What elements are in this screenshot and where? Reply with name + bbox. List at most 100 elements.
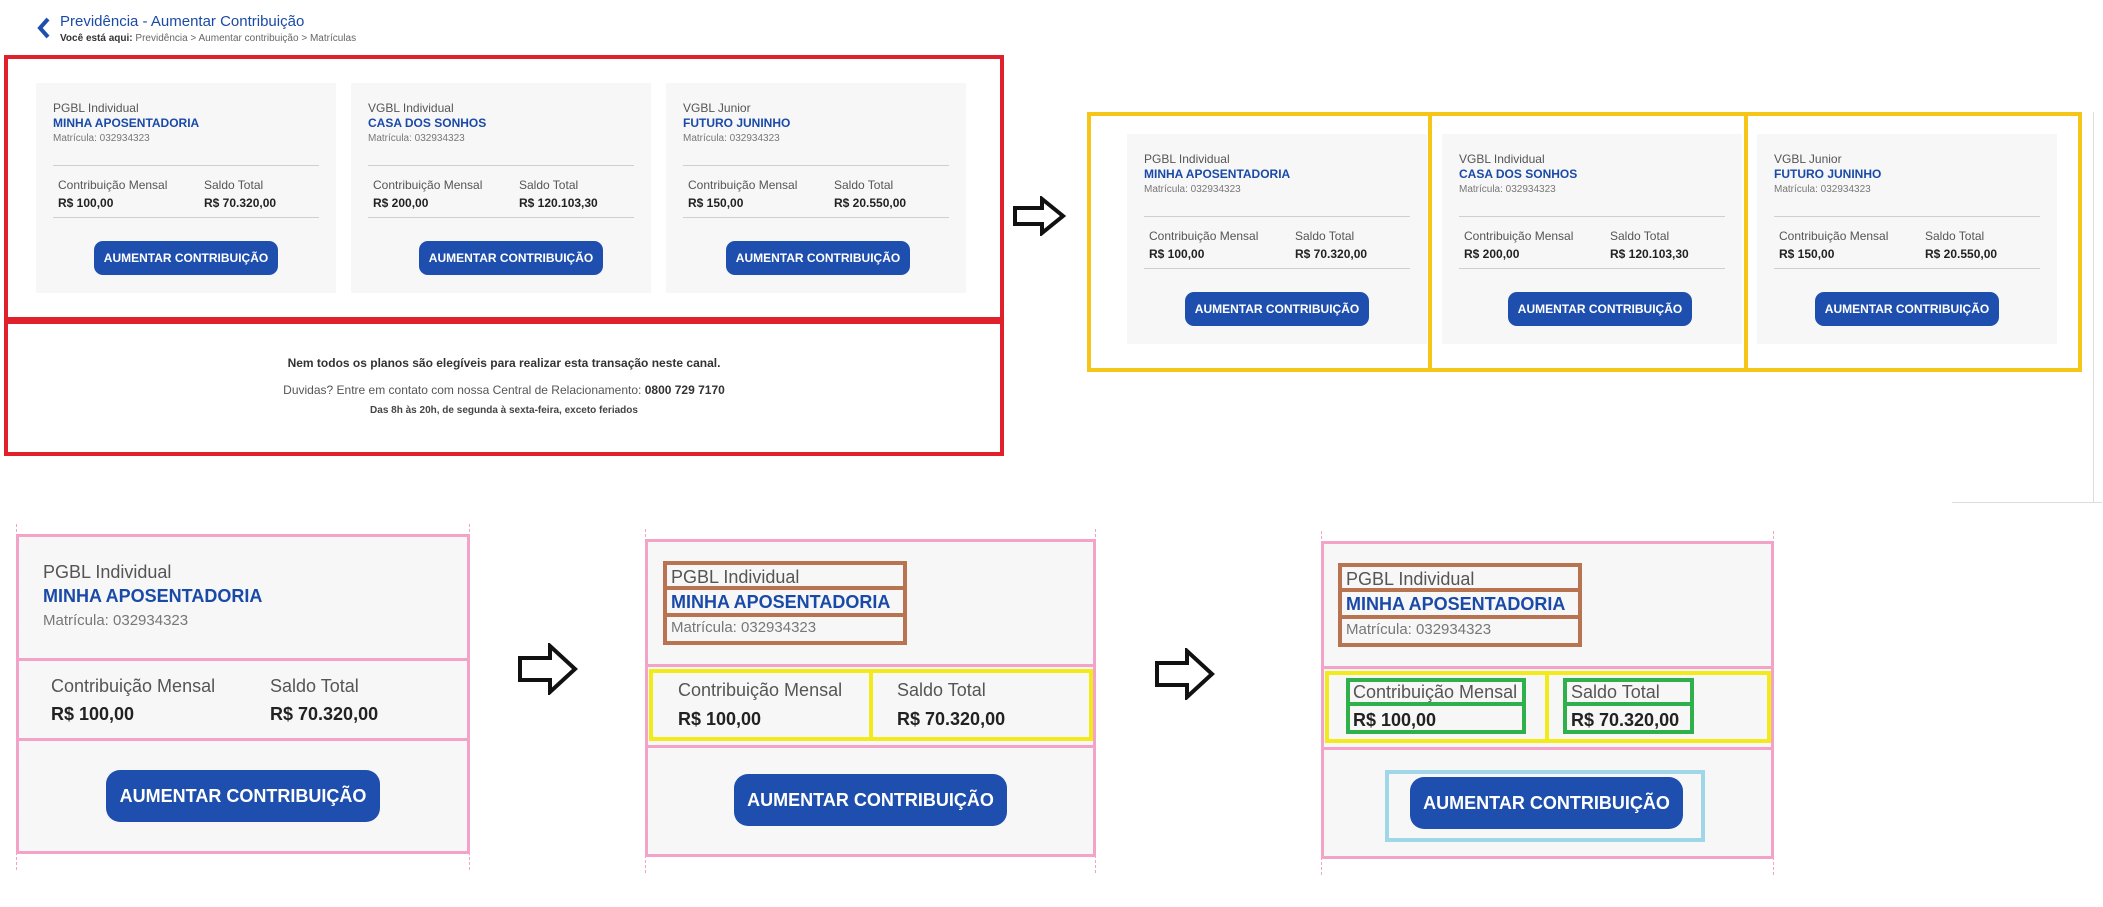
plan-card: VGBL Junior FUTURO JUNINHO Matrícula: 03… bbox=[666, 83, 966, 293]
plan-card: PGBL Individual MINHA APOSENTADORIA Matr… bbox=[36, 83, 336, 293]
increase-contribution-button[interactable]: AUMENTAR CONTRIBUIÇÃO bbox=[106, 770, 380, 822]
increase-contribution-button[interactable]: AUMENTAR CONTRIBUIÇÃO bbox=[419, 241, 603, 275]
plan-name: MINHA APOSENTADORIA bbox=[1144, 167, 1291, 181]
saldo-value: R$ 70.320,00 bbox=[1571, 710, 1680, 730]
plan-matricula: Matrícula: 032934323 bbox=[1144, 184, 1241, 195]
contrib-label: Contribuição Mensal bbox=[373, 178, 483, 192]
contrib-value: R$ 100,00 bbox=[1353, 710, 1437, 730]
plan-card: PGBL Individual MINHA APOSENTADORIA Matr… bbox=[1127, 134, 1427, 344]
plan-matricula: Matrícula: 032934323 bbox=[683, 133, 780, 144]
saldo-value: R$ 70.320,00 bbox=[204, 196, 277, 210]
guide-line bbox=[1095, 529, 1096, 873]
card-breakdown-b: PGBL Individual MINHA APOSENTADORIA Matr… bbox=[645, 539, 1096, 857]
increase-contribution-button[interactable]: AUMENTAR CONTRIBUIÇÃO bbox=[1185, 292, 1369, 326]
side-guide-line bbox=[1952, 502, 2102, 503]
back-button[interactable] bbox=[34, 16, 54, 40]
saldo-value: R$ 20.550,00 bbox=[834, 196, 907, 210]
plan-card: VGBL Individual CASA DOS SONHOS Matrícul… bbox=[1442, 134, 1742, 344]
divider bbox=[683, 165, 949, 166]
contrib-value: R$ 200,00 bbox=[1464, 247, 1520, 261]
page-title: Previdência - Aumentar Contribuição bbox=[60, 13, 305, 30]
contrib-label: Contribuição Mensal bbox=[1353, 682, 1518, 702]
saldo-label: Saldo Total bbox=[834, 178, 894, 192]
saldo-label: Saldo Total bbox=[1610, 229, 1670, 243]
increase-contribution-button[interactable]: AUMENTAR CONTRIBUIÇÃO bbox=[734, 774, 1007, 826]
eligibility-notice: Nem todos os planos são elegíveis para r… bbox=[287, 356, 721, 370]
plan-name: MINHA APOSENTADORIA bbox=[53, 116, 200, 130]
contrib-label: Contribuição Mensal bbox=[688, 178, 798, 192]
divider bbox=[1774, 216, 2040, 217]
side-guide-line bbox=[2093, 112, 2094, 502]
plan-card: VGBL Individual CASA DOS SONHOS Matrícul… bbox=[351, 83, 651, 293]
contrib-label: Contribuição Mensal bbox=[1149, 229, 1259, 243]
divider bbox=[1459, 216, 1725, 217]
divider bbox=[1144, 216, 1410, 217]
plan-type: VGBL Individual bbox=[1459, 152, 1545, 166]
saldo-value: R$ 70.320,00 bbox=[897, 709, 1006, 729]
divider bbox=[683, 217, 949, 218]
breadcrumb-path[interactable]: Previdência > Aumentar contribuição > Ma… bbox=[135, 33, 356, 44]
plan-type: PGBL Individual bbox=[671, 567, 800, 587]
contrib-label: Contribuição Mensal bbox=[51, 676, 216, 696]
plan-type: PGBL Individual bbox=[1144, 152, 1230, 166]
saldo-label: Saldo Total bbox=[204, 178, 264, 192]
saldo-label: Saldo Total bbox=[897, 680, 986, 700]
plan-type: PGBL Individual bbox=[1346, 569, 1475, 589]
contrib-label: Contribuição Mensal bbox=[678, 680, 843, 700]
contrib-label: Contribuição Mensal bbox=[1779, 229, 1889, 243]
chevron-left-icon bbox=[37, 17, 50, 39]
cards-strip: PGBL Individual MINHA APOSENTADORIA Matr… bbox=[1087, 112, 2082, 372]
divider bbox=[1774, 268, 2040, 269]
increase-contribution-button[interactable]: AUMENTAR CONTRIBUIÇÃO bbox=[1508, 292, 1692, 326]
breadcrumb-prefix: Você está aqui: bbox=[60, 33, 133, 44]
screen-mock: Previdência - Aumentar Contribuição Você… bbox=[0, 0, 1006, 460]
breadcrumb: Você está aqui: Previdência > Aumentar c… bbox=[60, 33, 356, 44]
guide-line bbox=[1321, 531, 1322, 875]
plan-matricula: Matrícula: 032934323 bbox=[368, 133, 465, 144]
divider bbox=[53, 217, 319, 218]
saldo-label: Saldo Total bbox=[519, 178, 579, 192]
contrib-value: R$ 100,00 bbox=[58, 196, 114, 210]
divider bbox=[1144, 268, 1410, 269]
guide-line bbox=[645, 529, 646, 873]
arrow-right-icon bbox=[1013, 196, 1066, 236]
contrib-label: Contribuição Mensal bbox=[1464, 229, 1574, 243]
plan-type: VGBL Individual bbox=[368, 101, 454, 115]
contrib-value: R$ 200,00 bbox=[373, 196, 429, 210]
card-breakdown-c: PGBL Individual MINHA APOSENTADORIA Matr… bbox=[1321, 541, 1774, 859]
contrib-value: R$ 150,00 bbox=[1779, 247, 1835, 261]
increase-contribution-button[interactable]: AUMENTAR CONTRIBUIÇÃO bbox=[1410, 777, 1683, 829]
increase-contribution-button[interactable]: AUMENTAR CONTRIBUIÇÃO bbox=[726, 241, 910, 275]
plan-name: CASA DOS SONHOS bbox=[368, 116, 487, 130]
plan-name: MINHA APOSENTADORIA bbox=[1346, 594, 1566, 614]
plan-matricula: Matrícula: 032934323 bbox=[1459, 184, 1556, 195]
divider bbox=[368, 217, 634, 218]
arrow-right-icon bbox=[518, 643, 578, 695]
contact-line: Duvidas? Entre em contato com nossa Cent… bbox=[4, 383, 1004, 397]
saldo-value: R$ 120.103,30 bbox=[1610, 247, 1689, 261]
plan-name: MINHA APOSENTADORIA bbox=[43, 586, 263, 606]
plan-type: PGBL Individual bbox=[53, 101, 139, 115]
guide-line bbox=[16, 524, 17, 870]
saldo-label: Saldo Total bbox=[1925, 229, 1985, 243]
arrow-right-icon bbox=[1155, 648, 1215, 700]
contrib-value: R$ 100,00 bbox=[51, 704, 135, 724]
plan-matricula: Matrícula: 032934323 bbox=[1774, 184, 1871, 195]
plan-matricula: Matrícula: 032934323 bbox=[1346, 621, 1492, 638]
saldo-label: Saldo Total bbox=[1571, 682, 1660, 702]
saldo-value: R$ 70.320,00 bbox=[1295, 247, 1368, 261]
plan-name: FUTURO JUNINHO bbox=[683, 116, 791, 130]
increase-contribution-button[interactable]: AUMENTAR CONTRIBUIÇÃO bbox=[94, 241, 278, 275]
saldo-label: Saldo Total bbox=[270, 676, 359, 696]
plan-type: PGBL Individual bbox=[43, 562, 172, 582]
phone-number[interactable]: 0800 729 7170 bbox=[645, 383, 725, 397]
plan-card: VGBL Junior FUTURO JUNINHO Matrícula: 03… bbox=[1757, 134, 2057, 344]
plan-matricula: Matrícula: 032934323 bbox=[53, 133, 150, 144]
guide-line bbox=[469, 524, 470, 870]
divider bbox=[53, 165, 319, 166]
increase-contribution-button[interactable]: AUMENTAR CONTRIBUIÇÃO bbox=[1815, 292, 1999, 326]
contrib-value: R$ 100,00 bbox=[1149, 247, 1205, 261]
hours-text: Das 8h às 20h, de segunda à sexta-feira,… bbox=[370, 405, 638, 416]
guide-line bbox=[1773, 531, 1774, 875]
plan-name: FUTURO JUNINHO bbox=[1774, 167, 1882, 181]
